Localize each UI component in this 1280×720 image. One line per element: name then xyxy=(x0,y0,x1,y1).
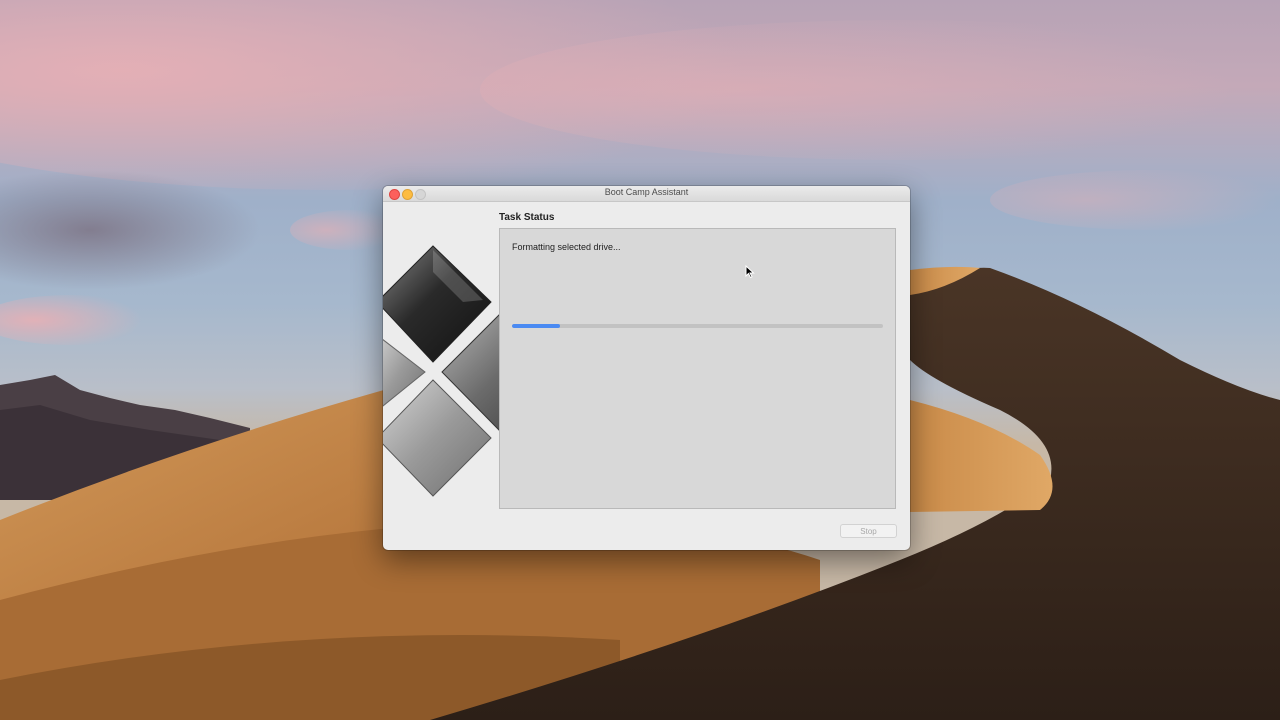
window-title: Boot Camp Assistant xyxy=(604,187,689,197)
mouse-cursor-icon xyxy=(745,265,755,279)
stop-button[interactable]: Stop xyxy=(840,524,897,538)
status-panel: Formatting selected drive... xyxy=(499,228,896,509)
status-message: Formatting selected drive... xyxy=(512,242,621,252)
progress-bar xyxy=(512,324,883,328)
boot-camp-window: Boot Camp Assistant Task Status Formatti… xyxy=(383,186,910,550)
task-status-heading: Task Status xyxy=(499,212,555,223)
progress-bar-fill xyxy=(512,324,561,328)
title-bar[interactable]: Boot Camp Assistant xyxy=(383,186,910,202)
